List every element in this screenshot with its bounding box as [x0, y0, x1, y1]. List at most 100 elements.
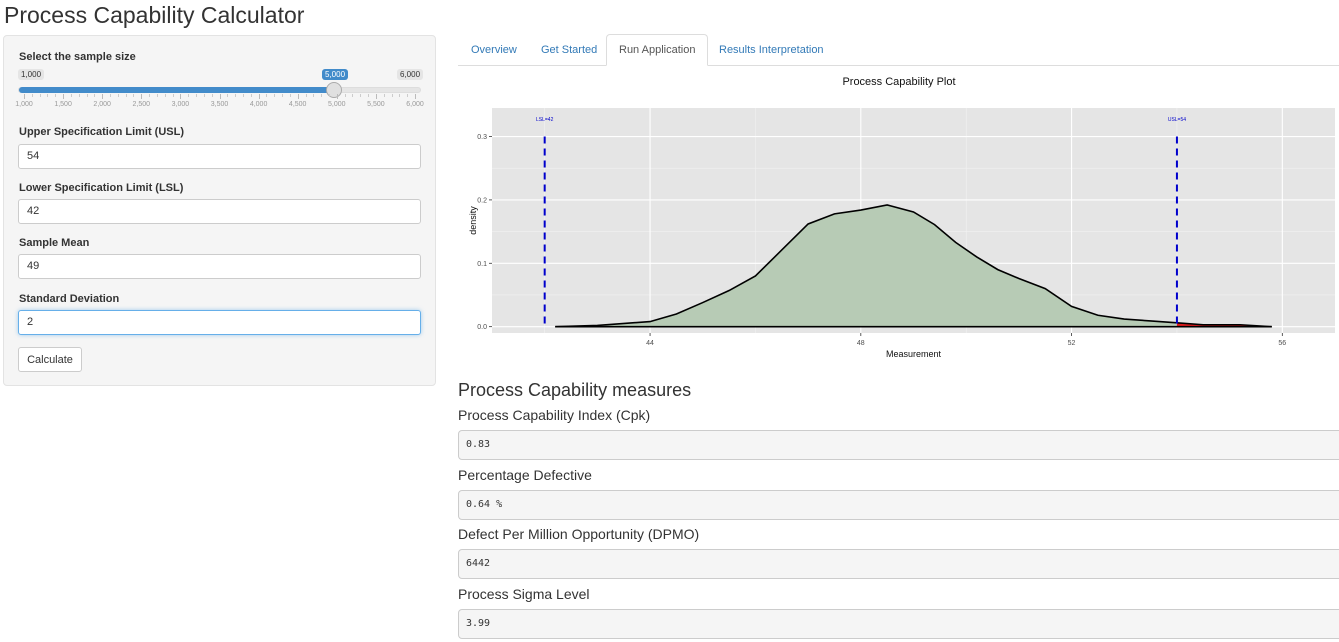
slider-minor-tick — [149, 94, 151, 97]
usl-label: Upper Specification Limit (USL) — [19, 126, 185, 138]
slider-minor-tick — [407, 94, 409, 97]
slider-tick-label: 5,500 — [367, 101, 385, 108]
slider-minor-tick — [196, 94, 198, 97]
slider-minor-tick — [274, 94, 276, 97]
slider-minor-tick — [289, 94, 291, 97]
slider-minor-tick — [227, 94, 229, 97]
app-title: Process Capability Calculator — [4, 2, 305, 28]
slider-minor-tick — [110, 94, 112, 97]
slider-minor-tick — [391, 94, 393, 97]
tab-run-application[interactable]: Run Application — [606, 34, 709, 66]
slider-minor-tick — [321, 94, 323, 97]
tab-results-interpretation[interactable]: Results Interpretation — [706, 34, 837, 66]
slider-minor-tick — [282, 94, 284, 97]
slider-minor-tick — [250, 94, 252, 97]
slider-tick — [141, 94, 143, 99]
slider-tick — [24, 94, 25, 99]
slider-ticks: 1,000 1,500 2,000 2,500 3,000 3,500 4,000 4,500… — [15, 94, 424, 114]
spec-limit-label-usl: USL=54 — [1168, 117, 1186, 123]
slider-min-label: 1,000 — [18, 69, 45, 80]
slider-minor-tick — [360, 94, 362, 97]
x-tick-label: 48 — [857, 340, 865, 347]
slider-minor-tick — [156, 94, 158, 97]
slider-minor-tick — [383, 94, 385, 97]
slider-tick-label: 4,500 — [288, 101, 307, 108]
slider-fill — [19, 87, 342, 93]
slider-tick-label: 2,000 — [93, 101, 111, 108]
sample-size-label: Select the sample size — [19, 51, 136, 63]
slider-minor-tick — [188, 94, 190, 97]
mean-input[interactable]: 49 — [18, 254, 421, 279]
slider-max-label: 6,000 — [397, 69, 424, 80]
y-tick-label: 0.0 — [477, 324, 487, 331]
slider-minor-tick — [266, 94, 268, 97]
x-axis-label: Measurement — [886, 349, 942, 359]
calculate-button[interactable]: Calculate — [18, 347, 82, 372]
sidebar-panel: Select the sample size 1,000 5,000 6,000… — [3, 35, 436, 386]
slider-minor-tick — [368, 94, 370, 97]
sample-size-slider-track[interactable] — [18, 87, 421, 93]
percent-defective-label: Percentage Defective — [458, 467, 592, 483]
y-tick-label: 0.1 — [477, 261, 487, 268]
slider-minor-tick — [172, 94, 174, 97]
slider-tick-label: 2,500 — [132, 101, 151, 108]
slider-tick-label: 5,000 — [328, 101, 346, 108]
cpk-label: Process Capability Index (Cpk) — [458, 407, 651, 423]
slider-minor-tick — [211, 94, 213, 97]
slider-tick — [375, 94, 377, 99]
x-tick-label: 52 — [1068, 340, 1076, 347]
slider-tick — [180, 94, 182, 99]
slider-minor-tick — [242, 94, 244, 97]
slider-minor-tick — [47, 94, 49, 97]
slider-minor-tick — [235, 94, 237, 97]
slider-minor-tick — [94, 94, 96, 97]
process-capability-plot: LSL=42 USL=54 44 48 52 56 0.0 0.1 0.2 0.3 Measurem… — [458, 95, 1339, 370]
percent-defective-output: 0.64 % — [458, 490, 1339, 520]
dpmo-label: Defect Per Million Opportunity (DPMO) — [458, 526, 700, 542]
lsl-input[interactable]: 42 — [18, 199, 421, 224]
slider-minor-tick — [86, 94, 88, 97]
slider-tick-label: 6,000 — [406, 101, 424, 108]
slider-tick — [63, 94, 65, 99]
slider-minor-tick — [203, 94, 205, 97]
slider-tick-label: 4,000 — [249, 101, 268, 108]
slider-minor-tick — [133, 94, 135, 97]
slider-tick — [297, 94, 299, 99]
cpk-output: 0.83 — [458, 430, 1339, 460]
slider-minor-tick — [399, 94, 401, 97]
slider-minor-tick — [328, 94, 330, 97]
slider-minor-tick — [31, 94, 33, 97]
slider-minor-tick — [164, 94, 166, 97]
tab-bar: Overview Get Started Run Application Res… — [458, 34, 1339, 66]
slider-minor-tick — [117, 94, 119, 97]
usl-input[interactable]: 54 — [18, 144, 421, 169]
slider-minor-tick — [313, 94, 315, 97]
spec-limit-label-lsl: LSL=42 — [536, 117, 554, 123]
sd-label: Standard Deviation — [19, 293, 120, 305]
slider-tick — [415, 94, 416, 99]
slider-minor-tick — [352, 94, 354, 97]
slider-minor-tick — [55, 94, 57, 97]
lsl-label: Lower Specification Limit (LSL) — [19, 182, 184, 194]
sd-input[interactable]: 2 — [18, 310, 421, 335]
sigma-level-output: 3.99 — [458, 609, 1339, 639]
slider-minor-tick — [39, 94, 41, 97]
y-axis-label: density — [468, 206, 478, 235]
slider-minor-tick — [125, 94, 127, 97]
slider-minor-tick — [305, 94, 307, 97]
slider-tick — [219, 94, 221, 99]
slider-tick-label: 3,000 — [171, 101, 190, 108]
slider-tick-label: 1,000 — [15, 101, 33, 108]
dpmo-output: 6442 — [458, 549, 1339, 579]
slider-tick — [258, 94, 260, 99]
y-tick-label: 0.3 — [477, 134, 487, 141]
plot-title: Process Capability Plot — [842, 76, 956, 88]
tab-overview[interactable]: Overview — [458, 34, 530, 66]
slider-tick-label: 1,500 — [54, 101, 72, 108]
tab-get-started[interactable]: Get Started — [528, 34, 610, 66]
slider-minor-tick — [78, 94, 80, 97]
slider-tick — [336, 94, 338, 99]
y-tick-label: 0.2 — [477, 197, 487, 204]
x-tick-label: 56 — [1278, 340, 1286, 347]
sigma-level-label: Process Sigma Level — [458, 586, 590, 602]
